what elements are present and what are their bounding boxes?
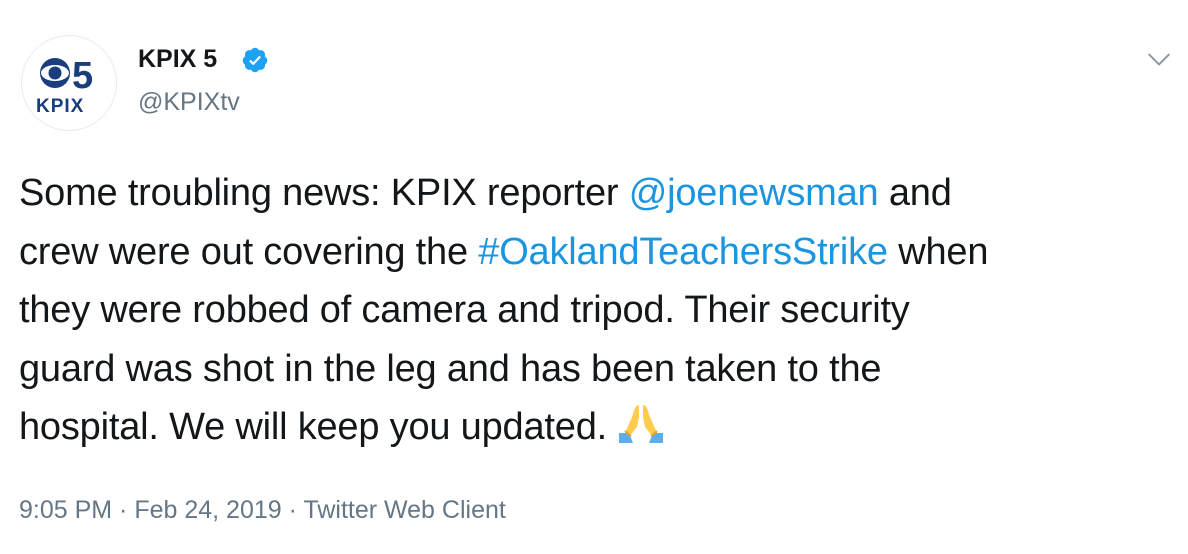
logo-text: KPIX [36, 96, 84, 117]
tweet-line: hospital. We will keep you updated. [19, 398, 1179, 457]
tweet-text: Some troubling news: KPIX reporter @joen… [19, 164, 1179, 457]
tweet-line: they were robbed of camera and tripod. T… [19, 289, 910, 331]
mention-link[interactable]: @joenewsman [629, 172, 879, 214]
verified-badge-icon [242, 47, 268, 73]
display-name[interactable]: KPIX 5 [138, 44, 217, 74]
folded-hands-emoji-icon [619, 405, 663, 443]
user-handle[interactable]: @KPIXtv [138, 87, 240, 117]
tweet-time[interactable]: 9:05 PM [19, 496, 112, 524]
tweet-line: Some troubling news: KPIX reporter @joen… [19, 164, 1179, 223]
avatar[interactable]: 5 KPIX [22, 36, 116, 130]
chevron-down-icon[interactable] [1146, 46, 1172, 72]
separator: · [112, 496, 135, 524]
text-segment: and [878, 172, 952, 214]
tweet-card: 5 KPIX KPIX 5 @KPIXtv Some troubling new… [0, 0, 1188, 554]
hashtag-link[interactable]: #OaklandTeachersStrike [478, 231, 888, 273]
text-segment: crew were out covering the [19, 230, 479, 273]
separator: · [281, 496, 304, 524]
text-segment: when [887, 230, 989, 273]
text-segment: hospital. We will keep you updated. [19, 406, 607, 448]
tweet-source[interactable]: Twitter Web Client [303, 496, 505, 524]
kpix-logo-icon: 5 KPIX [36, 55, 93, 117]
tweet-line: crew were out covering the #OaklandTeach… [19, 223, 1179, 282]
tweet-date[interactable]: Feb 24, 2019 [134, 496, 281, 524]
logo-number: 5 [72, 55, 93, 97]
text-segment: Some troubling news: KPIX reporter [19, 172, 629, 214]
tweet-line: guard was shot in the leg and has been t… [19, 347, 882, 390]
tweet-meta: 9:05 PM · Feb 24, 2019 · Twitter Web Cli… [19, 495, 506, 525]
